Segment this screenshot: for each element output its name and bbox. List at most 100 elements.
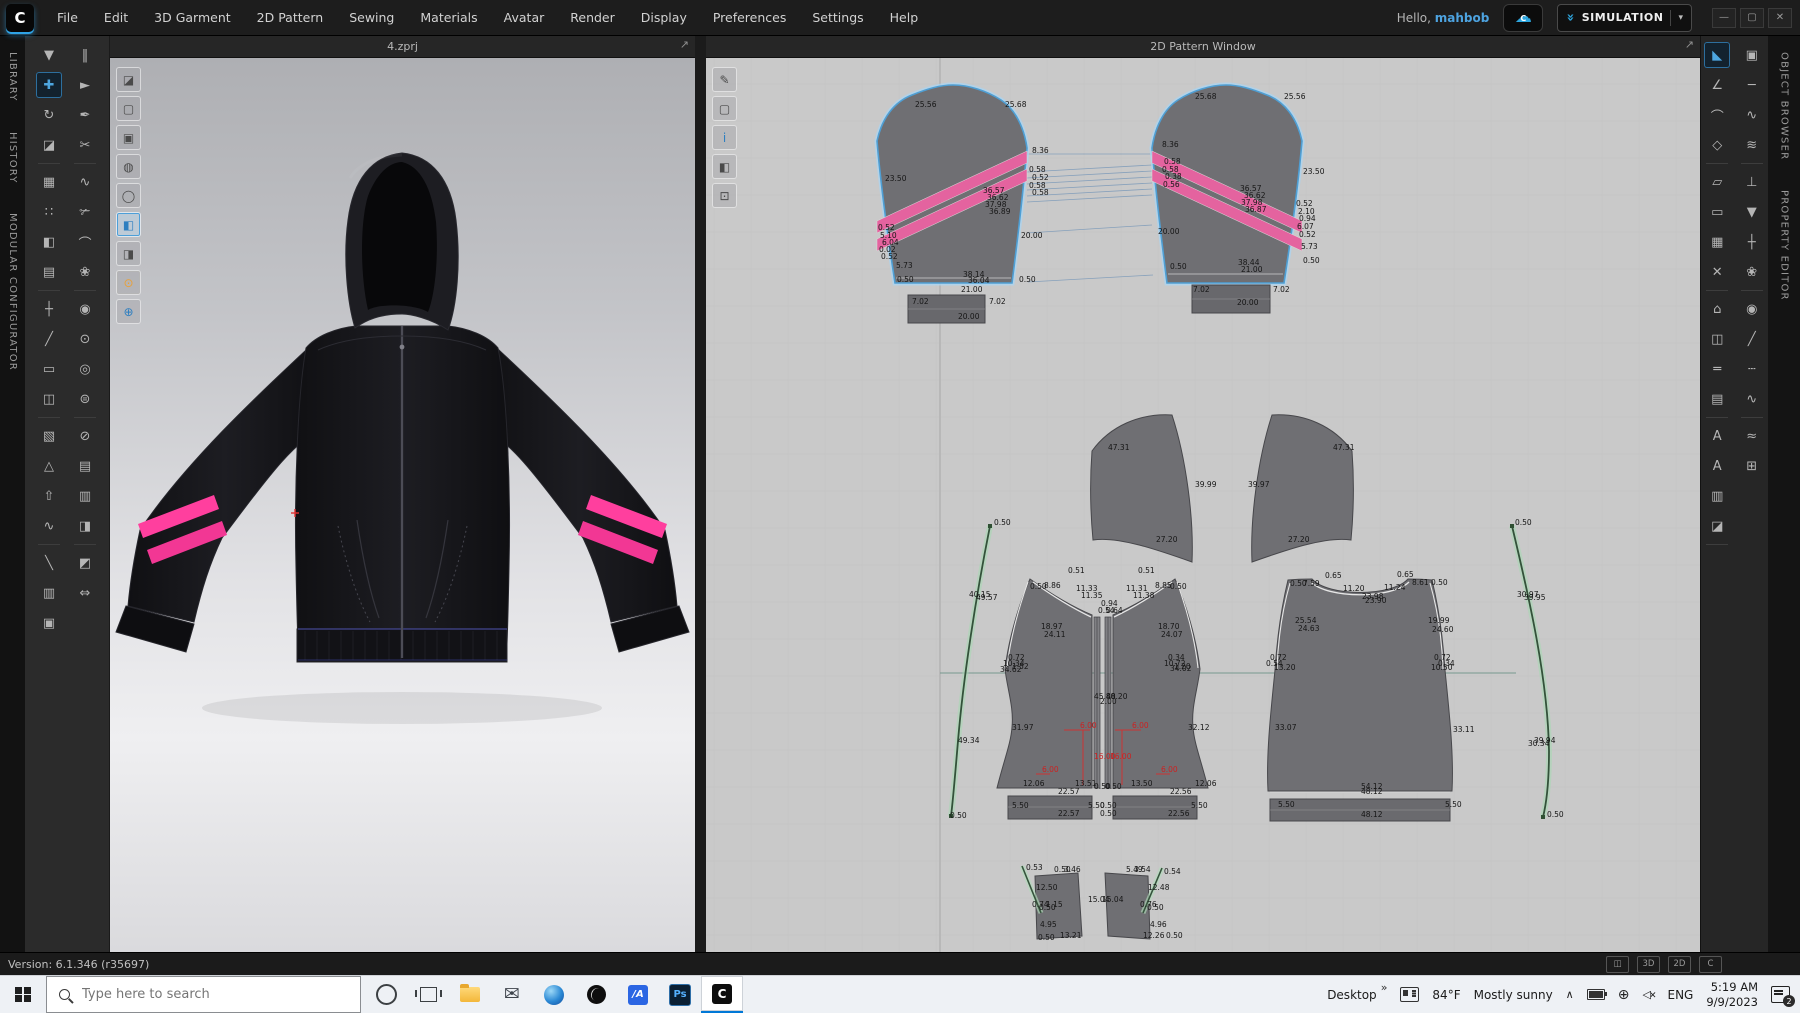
pleat-icon[interactable]: ▥: [1704, 483, 1730, 509]
cursor-tool-icon[interactable]: ►: [72, 72, 98, 98]
pin-dots-icon[interactable]: ∷: [36, 199, 62, 225]
2d-window-titlebar[interactable]: 2D Pattern Window ↗: [706, 36, 1700, 58]
view-3d-button[interactable]: 3D: [1637, 956, 1660, 973]
needle-pen-icon[interactable]: ✒: [72, 102, 98, 128]
pattern-info-icon[interactable]: i: [712, 125, 737, 150]
button-flower-icon[interactable]: ❀: [72, 259, 98, 285]
show-sphere-icon[interactable]: ◍: [116, 154, 141, 179]
patch-icon[interactable]: ⊞: [1739, 453, 1765, 479]
steam-shirt-icon[interactable]: ▼: [1739, 199, 1765, 225]
menu-help[interactable]: Help: [877, 0, 932, 36]
line-sew-icon[interactable]: ─: [1739, 72, 1765, 98]
menu-render[interactable]: Render: [557, 0, 628, 36]
file-explorer-icon[interactable]: [449, 976, 491, 1013]
network-globe-icon[interactable]: ⊕: [1618, 988, 1630, 1002]
shape-trace-icon[interactable]: ⌂: [1704, 296, 1730, 322]
line-measure-icon[interactable]: ╲: [36, 550, 62, 576]
iron-icon[interactable]: ⊥: [1739, 169, 1765, 195]
clo-sync-button[interactable]: C: [1699, 956, 1722, 973]
menu-preferences[interactable]: Preferences: [700, 0, 800, 36]
curve-measure-icon[interactable]: ∿: [36, 513, 62, 539]
edge-icon[interactable]: [533, 976, 575, 1013]
menu-avatar[interactable]: Avatar: [491, 0, 558, 36]
font-style-icon[interactable]: A: [1704, 453, 1730, 479]
menu-display[interactable]: Display: [628, 0, 700, 36]
rectangle-pattern-icon[interactable]: ▭: [1704, 199, 1730, 225]
rotate-gizmo-icon[interactable]: ↻: [36, 102, 62, 128]
free-sew-icon[interactable]: ∿: [1739, 102, 1765, 128]
tab-library[interactable]: LIBRARY: [7, 52, 18, 102]
transform-pattern-icon[interactable]: ◣: [1704, 42, 1730, 68]
menu-sewing[interactable]: Sewing: [336, 0, 407, 36]
basting-icon[interactable]: ┄: [1739, 356, 1765, 382]
window-splitter[interactable]: [695, 36, 706, 952]
simulate-icon[interactable]: ▼: [36, 42, 62, 68]
shrink-icon[interactable]: ⇔: [72, 580, 98, 606]
shirring-icon[interactable]: ≈: [1739, 423, 1765, 449]
move-transform-icon[interactable]: ✚: [36, 72, 62, 98]
menu-2d-pattern[interactable]: 2D Pattern: [244, 0, 337, 36]
tab-object-browser[interactable]: OBJECT BROWSER: [1779, 52, 1790, 160]
arc-tool-icon[interactable]: ⌒: [72, 229, 98, 255]
show-fabric-icon[interactable]: ◧: [116, 212, 141, 237]
curve-edit-icon[interactable]: ∿: [72, 169, 98, 195]
text-tool-icon[interactable]: A: [1704, 423, 1730, 449]
minimize-button[interactable]: —: [1712, 8, 1736, 28]
button-icon[interactable]: ⊙: [72, 326, 98, 352]
show-mannequin-icon[interactable]: ⊙: [116, 270, 141, 295]
swatch-select-icon[interactable]: ◨: [72, 513, 98, 539]
hidden-icons-chevron[interactable]: ∧: [1566, 988, 1574, 1001]
show-fabric-2d-icon[interactable]: ◧: [712, 154, 737, 179]
zip-shirt-icon[interactable]: ▥: [36, 580, 62, 606]
3d-window-titlebar[interactable]: 4.zprj ↗: [110, 36, 695, 58]
segment-sew-icon[interactable]: ▣: [1739, 42, 1765, 68]
pause-animation-icon[interactable]: ‖: [72, 42, 98, 68]
split-view-button[interactable]: ◫: [1606, 956, 1629, 973]
multi-sew-icon[interactable]: ≋: [1739, 132, 1765, 158]
seam-allowance-icon[interactable]: ◫: [1704, 326, 1730, 352]
button-shirt-icon[interactable]: ◉: [72, 296, 98, 322]
tab-history[interactable]: HISTORY: [7, 132, 18, 184]
tab-property-editor[interactable]: PROPERTY EDITOR: [1779, 190, 1790, 301]
show-garment-icon[interactable]: ▣: [116, 125, 141, 150]
maximize-button[interactable]: ▢: [1740, 8, 1764, 28]
3d-viewport[interactable]: ◪▢▣◍◯◧◨⊙⊕: [110, 58, 695, 952]
pop-out-icon[interactable]: ↗: [1685, 38, 1694, 51]
view-2d-button[interactable]: 2D: [1668, 956, 1691, 973]
cut-sew-icon[interactable]: ✃: [72, 199, 98, 225]
design-app-icon[interactable]: /A: [617, 976, 659, 1013]
close-button[interactable]: ✕: [1768, 8, 1792, 28]
2d-viewport[interactable]: ✎▢i◧⊡: [706, 58, 1700, 952]
select-mesh-icon[interactable]: ◪: [36, 132, 62, 158]
toolbar-chevron-icon[interactable]: »: [1381, 981, 1388, 994]
clo-cloud-button[interactable]: ☁ C: [1503, 4, 1543, 32]
fabric-roll-icon[interactable]: ▥: [72, 483, 98, 509]
menu-edit[interactable]: Edit: [91, 0, 141, 36]
language-indicator[interactable]: ENG: [1667, 988, 1693, 1002]
hatch-icon[interactable]: ▤: [1704, 386, 1730, 412]
avatar-tape-icon[interactable]: △: [36, 453, 62, 479]
start-button[interactable]: [0, 976, 46, 1013]
zipper-icon[interactable]: ▣: [36, 610, 62, 636]
xbox-icon[interactable]: [575, 976, 617, 1013]
menu-materials[interactable]: Materials: [407, 0, 490, 36]
buttonhole-icon[interactable]: ◎: [72, 356, 98, 382]
pin-sew-icon[interactable]: ┼: [1739, 229, 1765, 255]
weather-temp[interactable]: 84°F: [1432, 988, 1460, 1002]
photoshop-icon[interactable]: Ps: [659, 976, 701, 1013]
render-view-icon[interactable]: ◪: [116, 67, 141, 92]
show-pattern-icon[interactable]: ▢: [712, 96, 737, 121]
news-widget-icon[interactable]: [1400, 987, 1419, 1002]
fabric-roll-select-icon[interactable]: ▤: [72, 453, 98, 479]
mail-icon[interactable]: ✉: [491, 976, 533, 1013]
scissors-icon[interactable]: ✂: [72, 132, 98, 158]
polygon-pattern-icon[interactable]: ▱: [1704, 169, 1730, 195]
flatten-pattern-icon[interactable]: ◪: [1704, 513, 1730, 539]
show-stitch-icon[interactable]: ✎: [712, 67, 737, 92]
garment-thumb-icon[interactable]: ▢: [116, 96, 141, 121]
spacing-icon[interactable]: ═: [1704, 356, 1730, 382]
cortana-icon[interactable]: [365, 976, 407, 1013]
username[interactable]: mahbob: [1435, 11, 1490, 25]
dart-icon[interactable]: ✕: [1704, 259, 1730, 285]
tab-modular-configurator[interactable]: MODULAR CONFIGURATOR: [7, 213, 18, 371]
